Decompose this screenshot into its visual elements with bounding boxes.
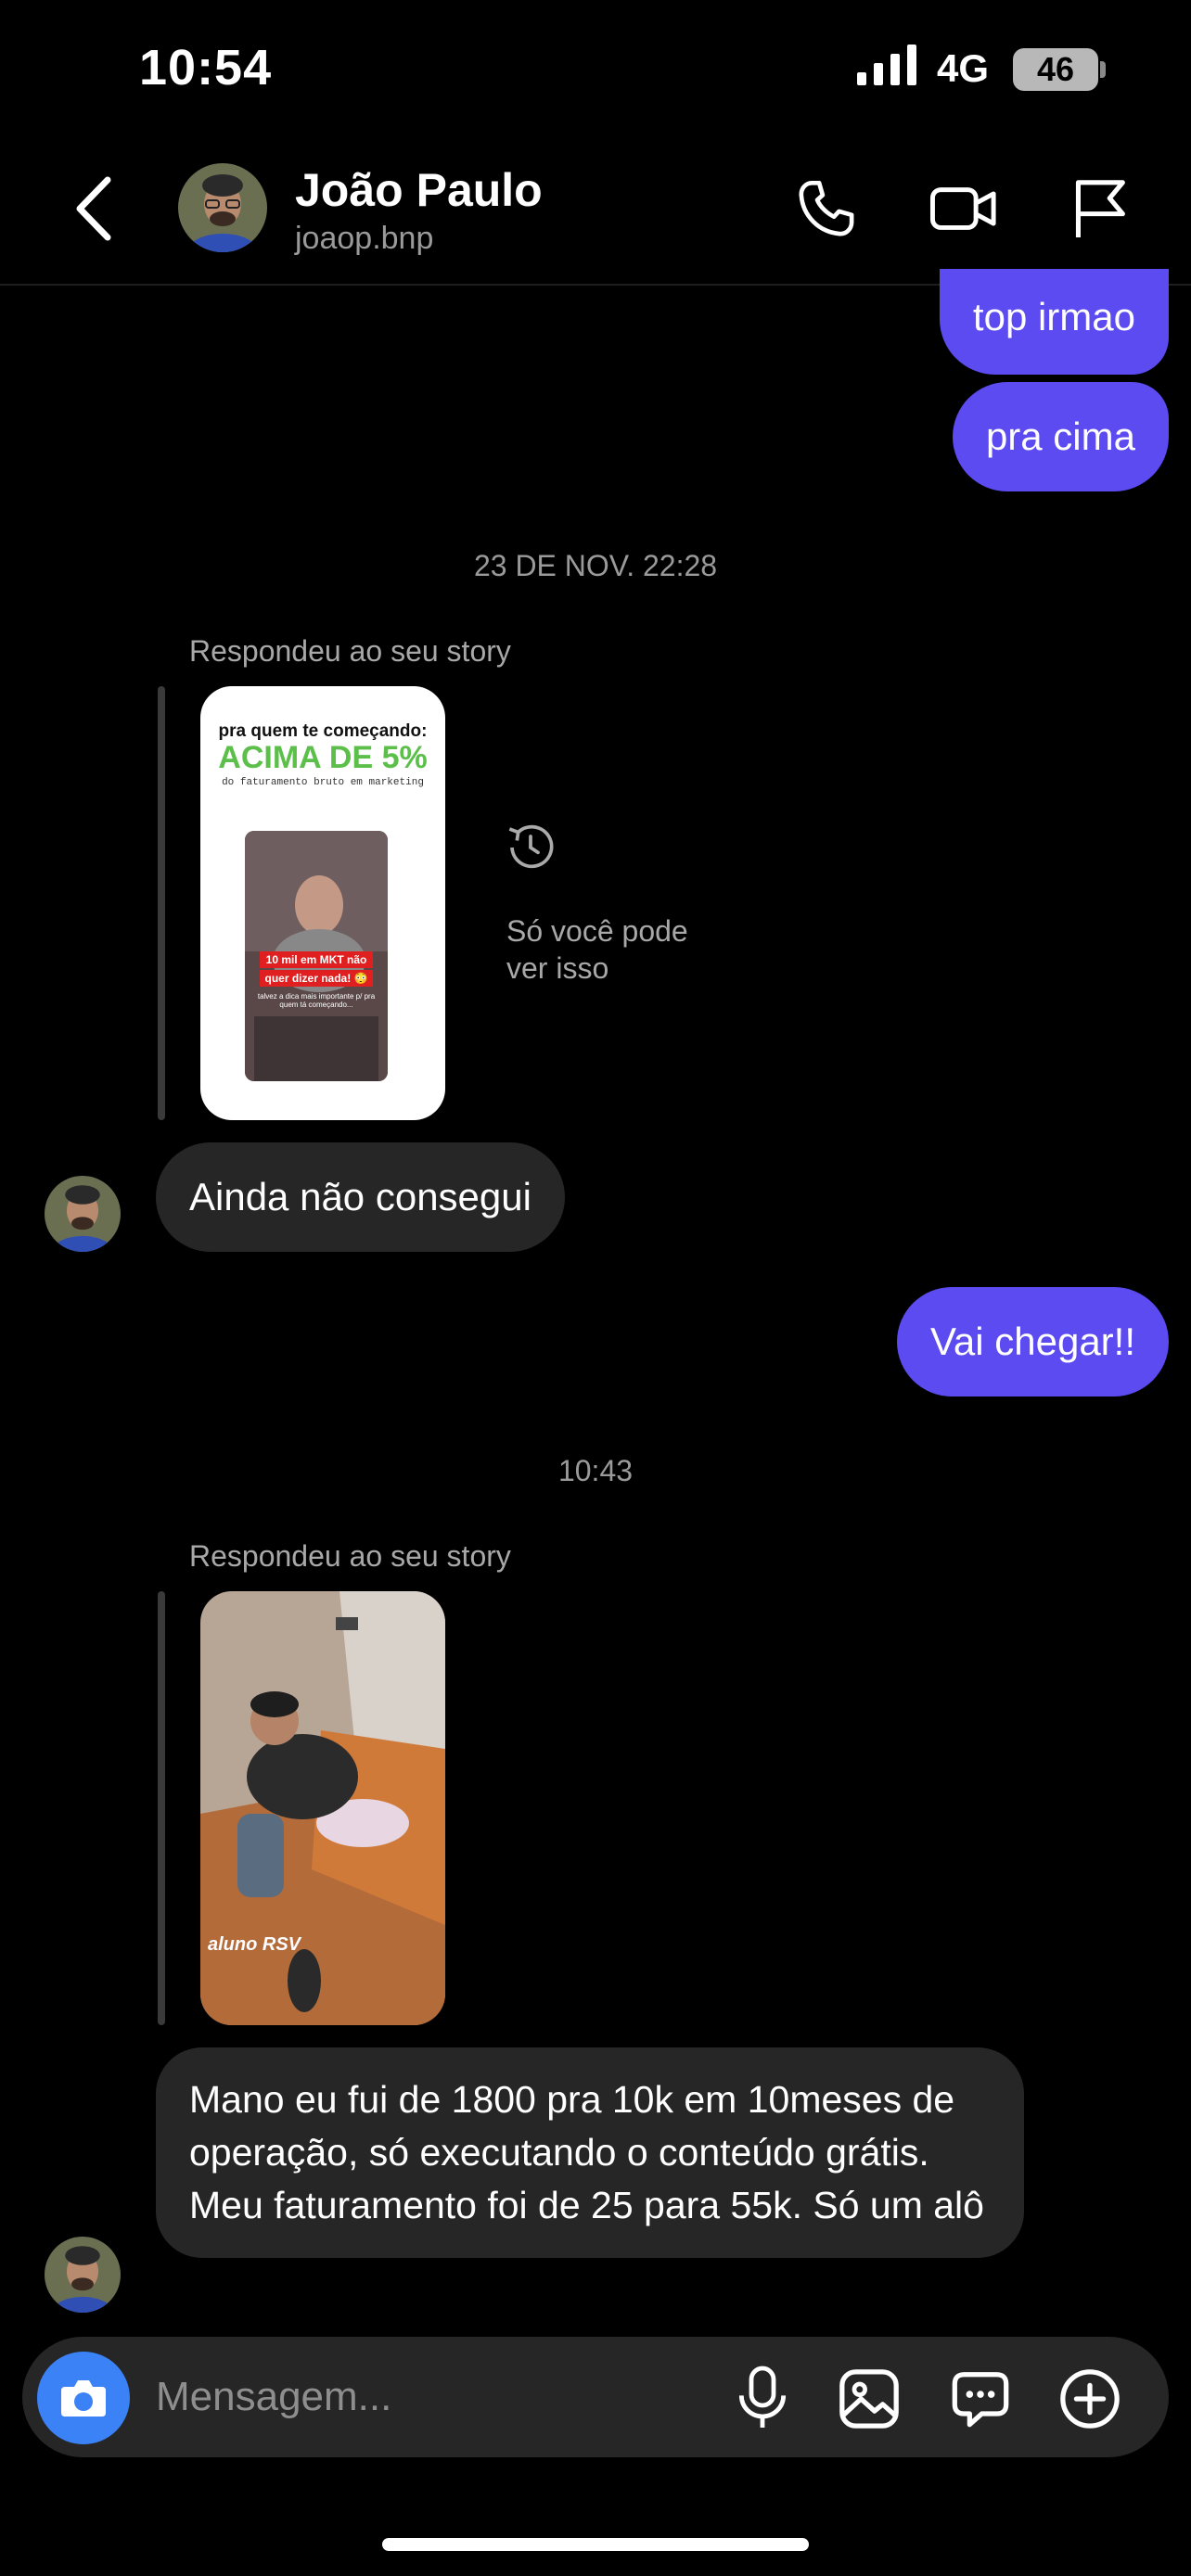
history-clock-icon [508,824,554,869]
story-headline-small: pra quem te começando: [218,721,428,741]
status-time: 10:54 [139,40,273,96]
video-call-icon[interactable] [928,176,1000,241]
contact-username[interactable]: joaop.bnp [295,221,433,257]
received-message[interactable]: Mano eu fui de 1800 pra 10k em 10meses d… [156,2047,1024,2258]
gallery-icon[interactable] [837,2366,902,2431]
add-circle-icon[interactable] [1057,2366,1122,2431]
sender-avatar[interactable] [45,1176,121,1252]
story-unavailable-note: Só você pode ver isso [506,914,688,985]
story-headline-big: ACIMA DE 5% [218,740,428,775]
timestamp-divider: 10:43 [557,1454,634,1487]
sent-message[interactable]: pra cima [952,382,1169,491]
home-indicator[interactable] [382,2538,809,2551]
story-reply-label: Respondeu ao seu story [189,634,511,668]
flag-icon[interactable] [1070,176,1128,241]
story-thumbnail[interactable]: aluno RSV [200,1591,445,2025]
phone-icon[interactable] [794,176,859,241]
sender-avatar[interactable] [45,2237,121,2313]
camera-icon [61,2380,106,2417]
sent-message[interactable]: top irmao [939,269,1169,375]
contact-avatar[interactable] [178,163,267,252]
story-overlay-line2: quer dizer nada! 😳 [260,970,373,987]
sent-message[interactable]: Vai chegar!! [896,1287,1169,1396]
reply-bar [158,1591,165,2025]
story-thumbnail[interactable]: pra quem te começando: ACIMA DE 5% do fa… [200,686,445,1120]
story-reply-label: Respondeu ao seu story [189,1539,511,1573]
network-type: 4G [937,46,990,90]
battery-tip [1100,61,1106,78]
story-caption: aluno RSV [208,1934,301,1955]
camera-button[interactable] [37,2352,130,2444]
story-overlay-line1: 10 mil em MKT não [260,951,373,968]
timestamp-divider: 23 DE NOV. 22:28 [473,549,718,582]
received-message[interactable]: Ainda não consegui [156,1142,565,1252]
story-headline-sub: do faturamento bruto em marketing [222,777,424,788]
reply-bar [158,686,165,1120]
story-overlay-caption: talvez a dica mais importante p/ pra que… [257,992,376,1009]
sticker-chat-icon[interactable] [948,2366,1013,2431]
back-chevron-icon[interactable] [74,176,115,241]
contact-name[interactable]: João Paulo [295,163,543,217]
story-inner-video: 10 mil em MKT não quer dizer nada! 😳 tal… [245,831,388,1081]
message-input[interactable]: Mensagem... [156,2374,391,2420]
signal-icon [857,45,916,85]
microphone-icon[interactable] [733,2363,792,2433]
battery-icon: 46 [1013,48,1098,91]
